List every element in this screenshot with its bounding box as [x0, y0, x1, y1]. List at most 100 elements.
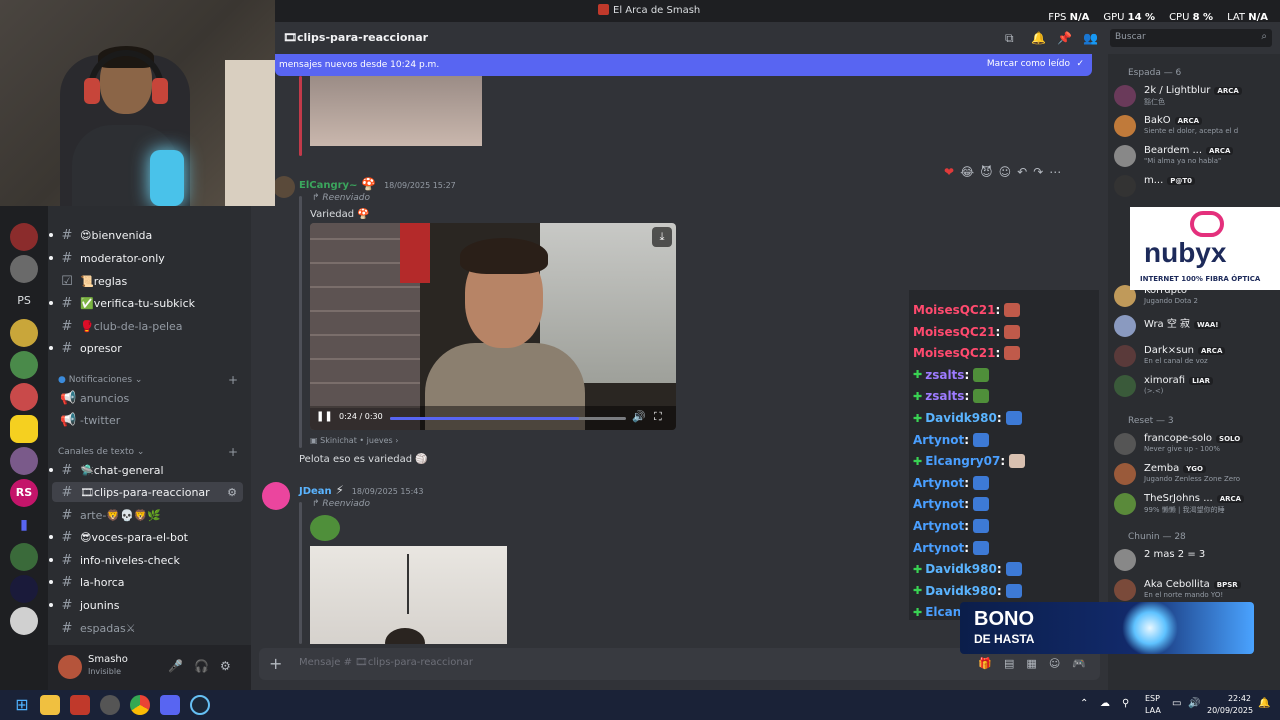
server-icon[interactable] — [10, 415, 38, 443]
server-icon[interactable] — [10, 319, 38, 347]
channel-item[interactable]: # la-horca — [48, 572, 243, 592]
sticker-icon[interactable]: ▦ — [1026, 657, 1036, 670]
notification-icon[interactable]: 🔔 — [1258, 698, 1270, 709]
fullscreen-icon[interactable]: ⛶ — [654, 410, 662, 424]
avatar[interactable] — [262, 482, 290, 510]
channel-item[interactable]: # arte- 🦁💀🦁🌿 — [48, 505, 243, 525]
search-input[interactable]: Buscar ⌕ — [1110, 29, 1272, 47]
chat-username: Artynot — [913, 497, 965, 512]
channel-item[interactable]: # opresor — [48, 338, 243, 358]
apps-icon[interactable]: 🎮 — [1072, 657, 1086, 670]
server-icon[interactable] — [10, 575, 38, 603]
microphone-icon[interactable]: 🎤 — [168, 659, 183, 673]
avatar[interactable] — [273, 176, 295, 198]
add-reaction-icon[interactable]: ☺ — [999, 165, 1012, 185]
member-item[interactable]: BakO ARCA Siente el dolor, acepta el d — [1114, 114, 1274, 140]
member-item[interactable]: m... P@T0 — [1114, 174, 1274, 200]
channel-item-active[interactable]: # 🎞 clips-para-reaccionar ⚙ — [52, 482, 243, 502]
mark-as-read-button[interactable]: Marcar como leído — [987, 59, 1070, 69]
member-list[interactable]: Espada — 6 2k / Lightblur ARCA 豁仁色 BakO ARCA… — [1108, 54, 1280, 690]
gif-icon[interactable]: ▤ — [1004, 657, 1014, 670]
avatar[interactable] — [58, 655, 82, 679]
member-item[interactable]: TheSrJohns ... ARCA 99% 懒懒 | 我渴望你的睡 — [1114, 492, 1274, 518]
message-author[interactable]: JDean — [299, 486, 332, 497]
member-item[interactable]: francope-solo SOLO Never give up - 100% — [1114, 432, 1274, 458]
channel-item[interactable]: # 😍 bienvenida — [48, 225, 243, 245]
settings-icon[interactable]: ⚙ — [227, 486, 237, 499]
reply-icon[interactable]: ↶ — [1017, 165, 1027, 185]
server-icon[interactable]: PS — [10, 287, 38, 315]
server-icon[interactable] — [10, 607, 38, 635]
channel-item[interactable]: 📢 -twitter — [48, 410, 243, 430]
add-attachment-icon[interactable]: + — [269, 654, 282, 673]
member-item[interactable]: Aka Cebollita BPSR En el norte mando YO! — [1114, 578, 1274, 604]
members-icon[interactable]: 👥 — [1083, 31, 1098, 45]
add-channel-icon[interactable]: + — [228, 445, 238, 459]
laugh-react-icon[interactable]: 😂 — [960, 165, 974, 185]
chrome-icon[interactable] — [130, 695, 150, 715]
attachment-image[interactable] — [310, 76, 482, 146]
bell-icon[interactable]: 🔔 — [1031, 31, 1046, 45]
channel-item[interactable]: # 😎 voces-para-el-bot — [48, 527, 243, 547]
folder-icon[interactable]: ▮ — [10, 511, 38, 539]
channel-item[interactable]: # info-niveles-check — [48, 550, 243, 570]
category-text-channels[interactable]: Canales de texto ⌄ + — [58, 445, 238, 459]
gear-icon[interactable]: ⚙ — [220, 659, 231, 673]
discord-icon[interactable] — [160, 695, 180, 715]
server-icon[interactable] — [10, 543, 38, 571]
threads-icon[interactable]: ⧉ — [1005, 31, 1014, 46]
server-icon[interactable] — [10, 447, 38, 475]
volume-icon[interactable]: 🔊 — [632, 410, 646, 423]
forward-source[interactable]: ▣ Skinichat • jueves › — [310, 436, 398, 445]
server-icon[interactable] — [10, 383, 38, 411]
pause-icon[interactable]: ❚❚ — [316, 411, 333, 422]
headphones-icon[interactable]: 🎧 — [194, 659, 209, 673]
server-icon[interactable] — [10, 255, 38, 283]
channel-item[interactable]: # moderator-only — [48, 248, 243, 268]
member-item[interactable]: Wra 空 寂 WAA! — [1114, 314, 1274, 340]
video-seekbar[interactable] — [390, 417, 626, 420]
app-icon[interactable] — [70, 695, 90, 715]
cloud-icon[interactable]: ☁ — [1100, 698, 1110, 709]
channel-item[interactable]: 📢 anuncios — [48, 388, 243, 408]
server-icon[interactable] — [10, 223, 38, 251]
channel-item[interactable]: # jounins — [48, 595, 243, 615]
more-icon[interactable]: ⋯ — [1049, 165, 1061, 185]
tray-arrow-icon[interactable]: ⌃ — [1080, 698, 1088, 709]
file-explorer-icon[interactable] — [40, 695, 60, 715]
emoji-icon[interactable]: ☺ — [1049, 657, 1060, 670]
server-icon[interactable]: RS — [10, 479, 38, 507]
video-player[interactable]: ⤓ ❚❚ 0:24 / 0:30 🔊 ⛶ — [310, 223, 676, 430]
member-item[interactable]: Dark×sun ARCA En el canal de voz — [1114, 344, 1274, 370]
language-indicator[interactable]: ESP LAA — [1145, 693, 1161, 717]
channel-item[interactable]: # 🥊 club-de-la-pelea — [48, 316, 243, 336]
usb-icon[interactable]: ⚲ — [1122, 698, 1129, 709]
add-channel-icon[interactable]: + — [228, 373, 238, 387]
member-item[interactable]: 2k / Lightblur ARCA 豁仁色 — [1114, 84, 1274, 110]
member-item[interactable]: ximorafi LIAR (>.<) — [1114, 374, 1274, 400]
member-item[interactable]: Zemba YGO Jugando Zenless Zone Zero — [1114, 462, 1274, 488]
heart-react-icon[interactable]: ❤ — [944, 165, 954, 185]
steam-icon[interactable] — [190, 695, 210, 715]
member-item[interactable]: Beardem ... ARCA "Mi alma ya no habla" — [1114, 144, 1274, 170]
new-messages-bar[interactable]: mensajes nuevos desde 10:24 p.m. Marcar … — [275, 54, 1092, 76]
server-icon[interactable] — [10, 351, 38, 379]
channel-item[interactable]: ☑ 📜 reglas — [48, 271, 243, 291]
gift-icon[interactable]: 🎁 — [978, 657, 992, 670]
download-icon[interactable]: ⤓ — [652, 227, 672, 247]
channel-item[interactable]: # ✅ verifica-tu-subkick — [48, 293, 243, 313]
emoji-react-icon[interactable]: 😈 — [980, 165, 993, 185]
forward-icon[interactable]: ↷ — [1033, 165, 1043, 185]
category-notifications[interactable]: ● Notificaciones ⌄ + — [58, 373, 238, 387]
obs-icon[interactable] — [100, 695, 120, 715]
clock[interactable]: 22:42 20/09/2025 — [1207, 693, 1253, 717]
attachment-image[interactable] — [310, 546, 507, 658]
channel-item[interactable]: # espadas ⚔ — [48, 618, 243, 638]
windows-start-icon[interactable]: ⊞ — [12, 695, 32, 715]
volume-icon[interactable]: 🔊 — [1188, 698, 1200, 709]
channel-item[interactable]: # 🛸 chat-general — [48, 460, 243, 480]
message-author[interactable]: ElCangry~ — [299, 180, 357, 191]
pin-icon[interactable]: 📌 — [1057, 31, 1072, 45]
network-icon[interactable]: ▭ — [1172, 698, 1181, 709]
member-item[interactable]: 2 mas 2 = 3 — [1114, 548, 1274, 574]
